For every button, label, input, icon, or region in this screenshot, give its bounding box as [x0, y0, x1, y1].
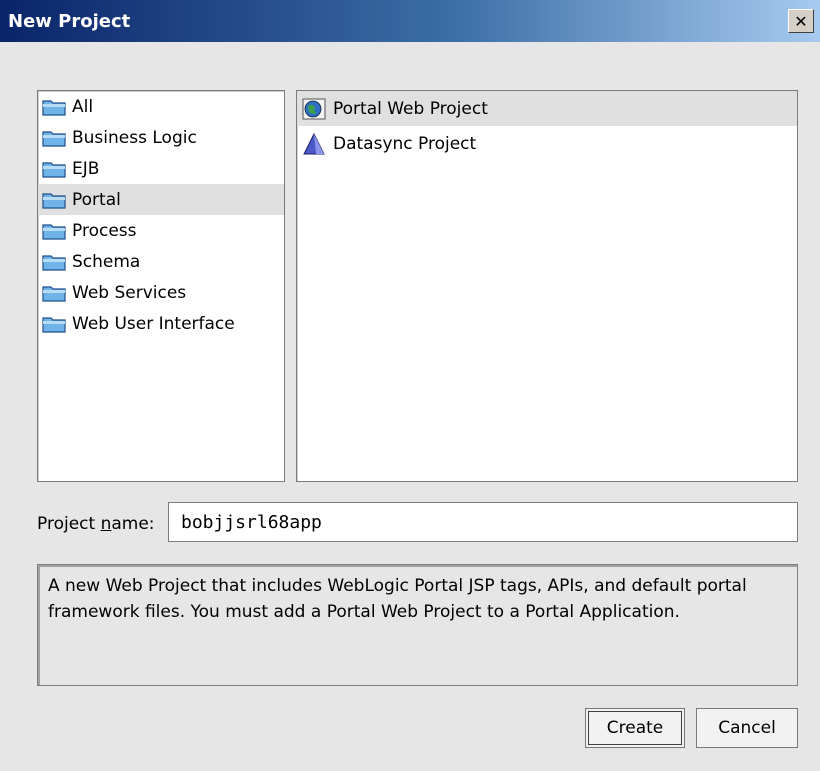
category-item[interactable]: Portal	[38, 184, 284, 215]
category-item[interactable]: Schema	[38, 246, 284, 277]
category-label: Schema	[72, 251, 141, 272]
category-label: Web Services	[72, 282, 187, 303]
folder-icon	[42, 98, 66, 116]
pyramid-icon	[301, 132, 327, 156]
folder-icon	[42, 160, 66, 178]
title-bar: New Project ✕	[0, 0, 820, 42]
category-item[interactable]: EJB	[38, 153, 284, 184]
category-label: Process	[72, 220, 137, 241]
project-name-label: Project name:	[37, 514, 155, 534]
folder-icon	[42, 284, 66, 302]
window-title: New Project	[8, 11, 131, 32]
category-label: All	[72, 96, 94, 117]
globe-icon	[301, 97, 327, 121]
category-label: Business Logic	[72, 127, 197, 148]
cancel-button[interactable]: Cancel	[696, 708, 798, 748]
folder-icon	[42, 129, 66, 147]
category-label: EJB	[72, 158, 100, 179]
project-type-list[interactable]: Portal Web Project Datasync Project	[296, 90, 798, 482]
folder-icon	[42, 222, 66, 240]
category-item[interactable]: Web Services	[38, 277, 284, 308]
description-box: A new Web Project that includes WebLogic…	[37, 564, 798, 686]
project-type-item[interactable]: Portal Web Project	[297, 91, 797, 126]
category-item[interactable]: Process	[38, 215, 284, 246]
project-type-label: Datasync Project	[333, 133, 477, 154]
close-button[interactable]: ✕	[788, 9, 814, 33]
category-item[interactable]: Web User Interface	[38, 308, 284, 339]
folder-icon	[42, 191, 66, 209]
category-item[interactable]: Business Logic	[38, 122, 284, 153]
mnemonic-letter: n	[100, 514, 112, 534]
project-type-item[interactable]: Datasync Project	[297, 126, 797, 161]
project-name-input[interactable]	[168, 502, 798, 542]
category-label: Portal	[72, 189, 121, 210]
folder-icon	[42, 315, 66, 333]
project-type-label: Portal Web Project	[333, 98, 488, 119]
folder-icon	[42, 253, 66, 271]
close-icon: ✕	[794, 11, 808, 31]
category-item[interactable]: All	[38, 91, 284, 122]
category-list[interactable]: All Business Logic EJB Portal Process Schema W…	[37, 90, 285, 482]
create-button[interactable]: Create	[585, 708, 685, 748]
category-label: Web User Interface	[72, 313, 235, 334]
